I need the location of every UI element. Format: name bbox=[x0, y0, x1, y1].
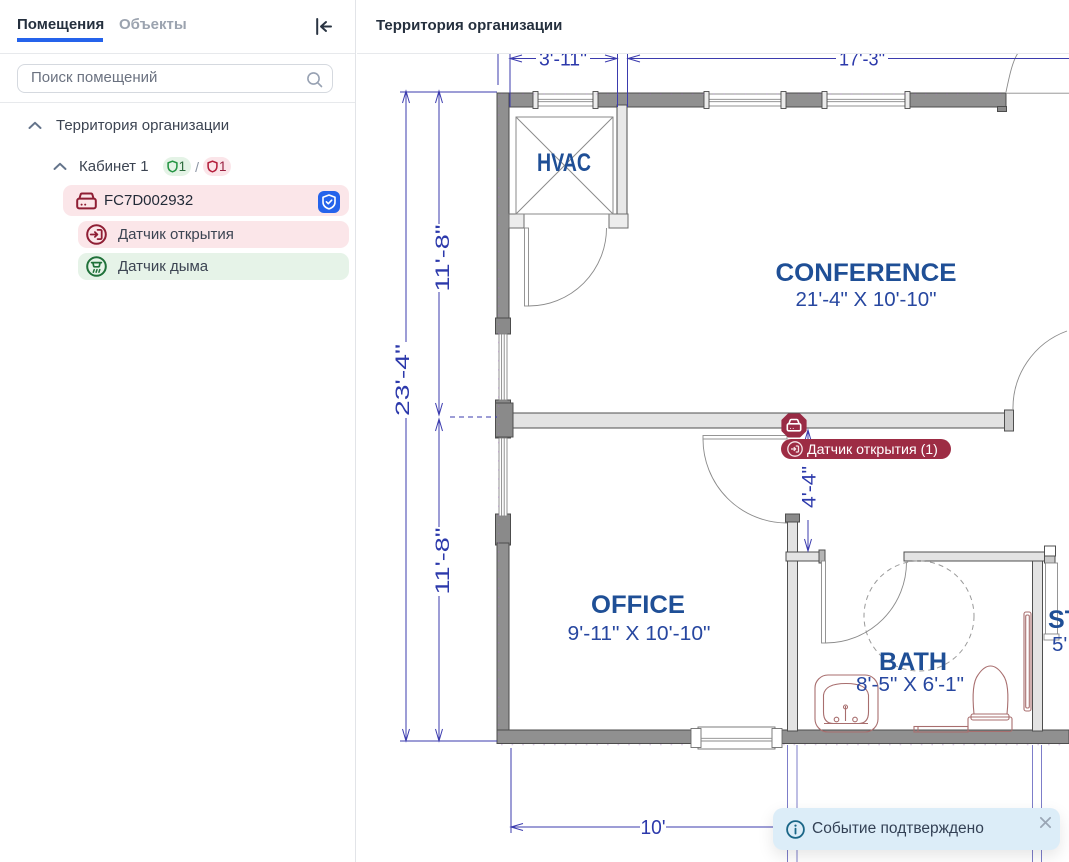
svg-text:9'-11" X 10'-10": 9'-11" X 10'-10" bbox=[568, 622, 711, 645]
svg-text:11'-8": 11'-8" bbox=[432, 224, 454, 291]
svg-text:10': 10' bbox=[641, 817, 666, 839]
svg-text:8'-5" X 6'-1": 8'-5" X 6'-1" bbox=[856, 673, 964, 696]
svg-text:ST: ST bbox=[1048, 606, 1069, 634]
svg-text:CONFERENCE: CONFERENCE bbox=[776, 259, 957, 287]
svg-text:17'-3": 17'-3" bbox=[839, 54, 885, 71]
svg-text:11'-8": 11'-8" bbox=[432, 527, 454, 594]
svg-text:21'-4" X 10'-10": 21'-4" X 10'-10" bbox=[796, 288, 937, 311]
svg-text:BATH: BATH bbox=[879, 648, 947, 676]
svg-text:3'-11": 3'-11" bbox=[539, 54, 587, 71]
svg-text:Датчик открытия (1): Датчик открытия (1) bbox=[807, 442, 938, 458]
svg-text:4'-4": 4'-4" bbox=[800, 466, 821, 508]
svg-text:5': 5' bbox=[1052, 633, 1067, 656]
svg-text:OFFICE: OFFICE bbox=[591, 591, 685, 619]
svg-text:23'-4": 23'-4" bbox=[392, 344, 414, 416]
svg-text:HVAC: HVAC bbox=[537, 149, 591, 177]
